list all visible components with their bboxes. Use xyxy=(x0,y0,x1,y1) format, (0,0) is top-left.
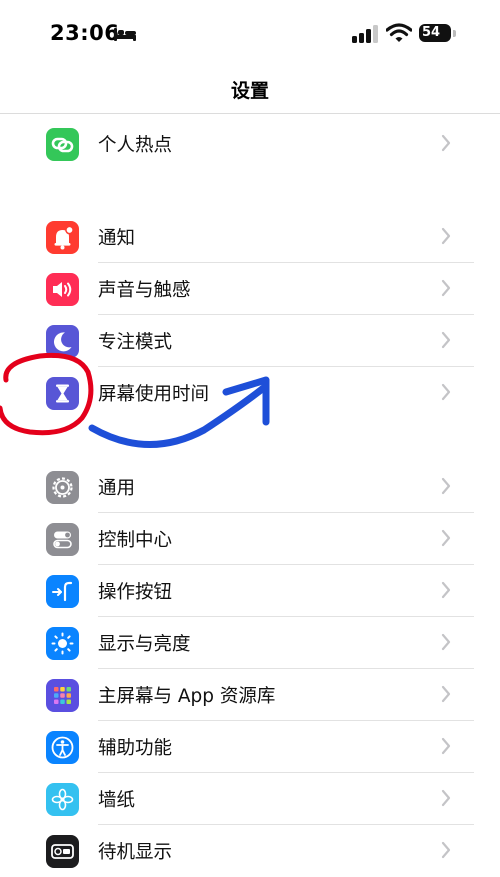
chevron-right-icon xyxy=(441,477,451,495)
wallpaper-flower-icon xyxy=(46,783,79,816)
nav-divider xyxy=(0,113,500,114)
settings-item-label: 显示与亮度 xyxy=(98,634,191,655)
settings-item-label: 辅助功能 xyxy=(98,738,173,759)
hourglass-icon xyxy=(46,377,79,410)
status-time: 23:06 xyxy=(50,21,120,45)
settings-item-notifications[interactable]: 通知 xyxy=(0,211,500,263)
settings-item-label: 通知 xyxy=(98,228,136,249)
settings-item-label: 操作按钮 xyxy=(98,582,173,603)
settings-item-general[interactable]: 通用 xyxy=(0,461,500,513)
sleep-bed-icon xyxy=(114,28,136,41)
chevron-right-icon xyxy=(441,841,451,859)
settings-item-label: 屏幕使用时间 xyxy=(98,384,210,405)
status-bar: 23:06 54 xyxy=(0,0,500,60)
chevron-right-icon xyxy=(441,529,451,547)
settings-item-action-button[interactable]: 操作按钮 xyxy=(0,565,500,617)
home-screen-grid-icon xyxy=(46,679,79,712)
page-title: 设置 xyxy=(230,80,269,102)
chevron-right-icon xyxy=(441,737,451,755)
sound-icon xyxy=(46,273,79,306)
toggles-icon xyxy=(46,523,79,556)
chevron-right-icon xyxy=(441,134,451,152)
chevron-right-icon xyxy=(441,685,451,703)
wifi-icon xyxy=(386,23,412,42)
focus-moon-icon xyxy=(46,325,79,358)
battery-level: 54 xyxy=(422,25,441,40)
action-button-icon xyxy=(46,575,79,608)
settings-item-accessibility[interactable]: 辅助功能 xyxy=(0,721,500,773)
standby-icon xyxy=(46,835,79,868)
settings-item-sounds-haptics[interactable]: 声音与触感 xyxy=(0,263,500,315)
accessibility-icon xyxy=(46,731,79,764)
chevron-right-icon xyxy=(441,227,451,245)
chevron-right-icon xyxy=(441,789,451,807)
settings-item-label: 个人热点 xyxy=(98,135,173,156)
cellular-signal-icon xyxy=(352,25,378,43)
hotspot-icon xyxy=(46,128,79,161)
settings-item-control-center[interactable]: 控制中心 xyxy=(0,513,500,565)
chevron-right-icon xyxy=(441,383,451,401)
settings-item-label: 通用 xyxy=(98,478,136,499)
chevron-right-icon xyxy=(441,581,451,599)
settings-item-focus[interactable]: 专注模式 xyxy=(0,315,500,367)
settings-item-label: 主屏幕与 App 资源库 xyxy=(98,686,276,707)
battery-cap xyxy=(453,30,456,37)
settings-item-personal-hotspot[interactable]: 个人热点 xyxy=(0,118,500,170)
settings-item-wallpaper[interactable]: 墙纸 xyxy=(0,773,500,825)
chevron-right-icon xyxy=(441,633,451,651)
settings-item-label: 专注模式 xyxy=(98,332,173,353)
settings-item-label: 墙纸 xyxy=(98,790,136,811)
settings-item-standby[interactable]: 待机显示 xyxy=(0,825,500,877)
notifications-icon xyxy=(46,221,79,254)
settings-item-home-screen-app-library[interactable]: 主屏幕与 App 资源库 xyxy=(0,669,500,721)
settings-item-display-brightness[interactable]: 显示与亮度 xyxy=(0,617,500,669)
brightness-icon xyxy=(46,627,79,660)
settings-item-label: 控制中心 xyxy=(98,530,173,551)
settings-item-label: 待机显示 xyxy=(98,842,173,863)
settings-item-label: 声音与触感 xyxy=(98,280,191,301)
chevron-right-icon xyxy=(441,331,451,349)
battery-indicator: 54 xyxy=(419,24,451,42)
chevron-right-icon xyxy=(441,279,451,297)
gear-icon xyxy=(46,471,79,504)
settings-item-screen-time[interactable]: 屏幕使用时间 xyxy=(0,367,500,419)
